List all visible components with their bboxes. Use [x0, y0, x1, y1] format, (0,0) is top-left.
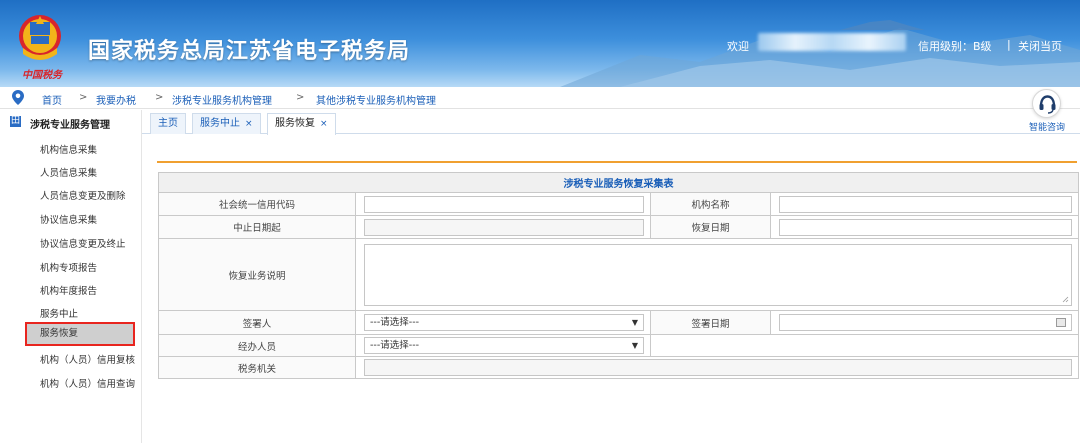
close-icon[interactable]: × — [320, 119, 328, 129]
section-divider — [157, 161, 1077, 163]
tax-emblem-icon — [19, 15, 61, 60]
tab-label: 服务中止 — [200, 118, 240, 129]
brand-script: 中国税务 — [22, 70, 62, 81]
tab-service-suspend[interactable]: 服务中止 × — [192, 113, 261, 134]
resize-handle-icon[interactable] — [1062, 296, 1069, 303]
sidebar-item-service-restore[interactable]: 服务恢复 — [25, 322, 135, 346]
label-org-name: 机构名称 — [650, 192, 771, 216]
label-restore-desc: 恢复业务说明 — [158, 238, 356, 311]
suspend-start-input[interactable] — [364, 218, 644, 236]
close-icon[interactable]: × — [245, 119, 253, 129]
sidebar-title: 涉税专业服务管理 — [30, 120, 110, 131]
site-title: 国家税务总局江苏省电子税务局 — [88, 39, 411, 64]
blurred-user-name — [758, 33, 906, 51]
sidebar-item-agreement-change[interactable]: 协议信息变更及终止 — [40, 236, 126, 250]
restore-date-input[interactable] — [779, 218, 1072, 236]
form-caption: 涉税专业服务恢复采集表 — [158, 172, 1079, 193]
breadcrumb-arrow: > — [155, 92, 164, 103]
site-header: 中国税务 国家税务总局江苏省电子税务局 欢迎 信用级别：B级 | 关闭当页 — [0, 0, 1080, 87]
location-pin-icon — [12, 90, 24, 105]
breadcrumb-tax-handling[interactable]: 我要办税 — [96, 92, 136, 107]
restore-desc-textarea[interactable] — [364, 243, 1072, 306]
sign-date-picker[interactable] — [779, 314, 1072, 331]
breadcrumb-arrow: > — [296, 92, 305, 103]
label-restore-date: 恢复日期 — [650, 215, 771, 239]
label-suspend-start: 中止日期起 — [158, 215, 356, 239]
org-name-input[interactable] — [779, 195, 1072, 213]
tab-bar: 主页 服务中止 × 服务恢复 × — [142, 110, 1080, 135]
label-signer: 签署人 — [158, 310, 356, 335]
handler-select-value: ---请选择--- — [370, 340, 420, 351]
breadcrumb-agency-management[interactable]: 涉税专业服务机构管理 — [172, 92, 272, 107]
welcome-label: 欢迎 — [727, 40, 749, 53]
breadcrumb-arrow: > — [79, 92, 88, 103]
breadcrumb: 首页 > 我要办税 > 涉税专业服务机构管理 > 其他涉税专业服务机构管理 — [0, 87, 1080, 109]
handler-select[interactable]: ---请选择--- ▼ — [364, 337, 644, 354]
sidebar-item-credit-query[interactable]: 机构（人员）信用查询 — [40, 376, 135, 390]
tab-service-restore[interactable]: 服务恢复 × — [267, 113, 336, 135]
restore-form: 涉税专业服务恢复采集表 社会统一信用代码 机构名称 中止日期起 恢复日期 恢复业… — [158, 172, 1079, 379]
credit-level: 信用级别：B级 — [918, 40, 992, 53]
sidebar-item-staff-change[interactable]: 人员信息变更及删除 — [40, 188, 126, 202]
signer-select-value: ---请选择--- — [370, 317, 420, 328]
sidebar-item-service-suspend[interactable]: 服务中止 — [40, 306, 78, 320]
sidebar-item-staff-info[interactable]: 人员信息采集 — [40, 165, 97, 179]
label-handler: 经办人员 — [158, 334, 356, 357]
sidebar-header[interactable]: 田 涉税专业服务管理 — [0, 110, 142, 134]
empty-cell — [650, 334, 1079, 357]
tab-label: 服务恢复 — [275, 118, 315, 129]
tab-home[interactable]: 主页 — [150, 113, 186, 134]
breadcrumb-other-agency[interactable]: 其他涉税专业服务机构管理 — [316, 92, 436, 107]
header-separator: | — [1007, 38, 1011, 51]
menu-grid-icon: 田 — [10, 116, 21, 127]
sidebar-item-annual-report[interactable]: 机构年度报告 — [40, 283, 97, 297]
signer-select[interactable]: ---请选择--- ▼ — [364, 314, 644, 331]
sidebar-item-agreement-info[interactable]: 协议信息采集 — [40, 212, 97, 226]
tab-label: 主页 — [158, 118, 178, 129]
tax-office-input[interactable] — [364, 359, 1072, 376]
sidebar-item-special-report[interactable]: 机构专项报告 — [40, 260, 97, 274]
sidebar-item-credit-review[interactable]: 机构（人员）信用复核 — [40, 352, 135, 366]
credit-code-input[interactable] — [364, 195, 644, 213]
breadcrumb-home[interactable]: 首页 — [42, 92, 62, 107]
calendar-icon[interactable] — [1056, 318, 1066, 327]
caret-down-icon: ▼ — [631, 341, 638, 350]
caret-down-icon: ▼ — [631, 318, 638, 327]
sidebar: 田 涉税专业服务管理 机构信息采集 人员信息采集 人员信息变更及删除 协议信息采… — [0, 110, 142, 443]
label-credit-code: 社会统一信用代码 — [158, 192, 356, 216]
label-tax-office: 税务机关 — [158, 356, 356, 379]
label-sign-date: 签署日期 — [650, 310, 771, 335]
sidebar-item-org-info[interactable]: 机构信息采集 — [40, 142, 97, 156]
close-page-link[interactable]: 关闭当页 — [1018, 38, 1062, 54]
